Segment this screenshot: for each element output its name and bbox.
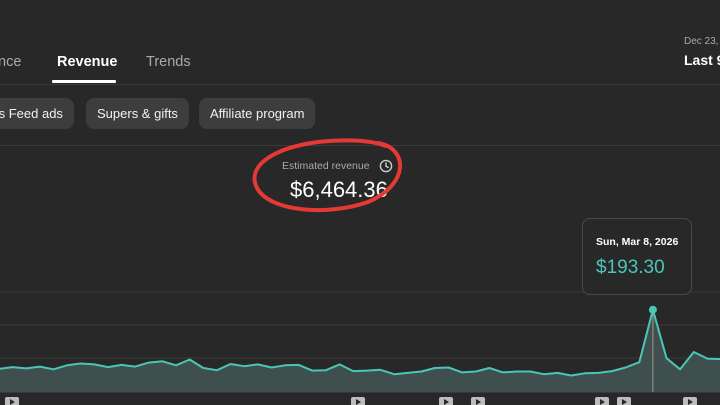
data-point (93, 363, 95, 365)
data-point (339, 363, 341, 365)
data-point (625, 366, 627, 369)
data-point (475, 370, 477, 373)
data-point (257, 363, 259, 365)
data-point (679, 368, 681, 370)
data-point (693, 351, 695, 353)
data-point (393, 373, 395, 375)
data-point (597, 372, 600, 374)
data-point (121, 364, 123, 366)
data-point (529, 370, 531, 373)
data-point (434, 367, 436, 369)
tooltip-value: $193.30 (596, 257, 665, 278)
data-point (352, 370, 354, 372)
chip-affiliate-program[interactable]: Affiliate program (199, 98, 316, 129)
tab-trends[interactable]: Trends (146, 54, 191, 70)
data-point (134, 366, 136, 368)
data-point (25, 367, 27, 369)
date-range-label[interactable]: Dec 23, (684, 36, 718, 47)
data-point (638, 361, 640, 363)
tab-audience[interactable]: nce (0, 54, 21, 70)
data-point (39, 366, 41, 368)
data-point (12, 366, 14, 368)
chip-shorts-feed-ads[interactable]: ts Feed ads (0, 98, 74, 129)
data-point (516, 370, 518, 373)
data-point (216, 369, 218, 371)
data-point (611, 370, 613, 372)
chip-supers-gifts[interactable]: Supers & gifts (86, 98, 189, 129)
video-marker-icon[interactable] (439, 397, 453, 405)
date-range-selector[interactable]: Last 9 (684, 52, 720, 68)
data-point (243, 365, 245, 367)
data-point (461, 371, 463, 373)
data-point (270, 366, 273, 369)
data-point (66, 364, 68, 366)
video-marker-icon[interactable] (683, 397, 697, 405)
data-point (447, 366, 450, 369)
data-point (665, 357, 668, 359)
series-line (0, 308, 720, 377)
revenue-chart (0, 291, 720, 405)
data-point (107, 366, 109, 368)
data-point (80, 362, 82, 365)
revenue-filter-chips: ts Feed ads Supers & gifts Affiliate pro… (0, 98, 720, 130)
data-point (502, 371, 504, 373)
data-point (570, 374, 572, 377)
data-point (584, 372, 586, 374)
highlighted-point[interactable] (648, 305, 657, 314)
data-point (52, 368, 55, 370)
data-point (311, 370, 313, 372)
tab-revenue[interactable]: Revenue (57, 54, 117, 70)
data-point (161, 360, 164, 362)
active-tab-indicator (52, 80, 116, 83)
chart-tooltip: Sun, Mar 8, 2026 $193.30 (582, 218, 692, 295)
video-marker-icon[interactable] (351, 397, 365, 405)
data-point (706, 358, 709, 360)
video-marker-icon[interactable] (595, 397, 609, 405)
data-point (189, 358, 191, 361)
data-point (556, 372, 559, 374)
data-point (148, 362, 150, 364)
video-marker-icon[interactable] (617, 397, 631, 405)
data-point (298, 364, 300, 366)
data-point (202, 367, 204, 369)
data-point (284, 364, 286, 366)
data-point (175, 364, 177, 366)
data-point (379, 369, 381, 371)
tooltip-date: Sun, Mar 8, 2026 (596, 236, 679, 248)
data-point (420, 370, 422, 373)
series-area (0, 309, 720, 392)
data-point (366, 370, 368, 372)
data-point (407, 372, 409, 374)
video-marker-icon[interactable] (471, 397, 485, 405)
data-point (230, 363, 232, 365)
data-point (325, 369, 327, 371)
video-marker-icon[interactable] (5, 397, 19, 405)
data-point (488, 367, 490, 369)
annotation-circle (252, 138, 403, 212)
tab-bar: nce Revenue Trends Dec 23, Last 9 (0, 0, 720, 85)
data-point (543, 373, 545, 375)
